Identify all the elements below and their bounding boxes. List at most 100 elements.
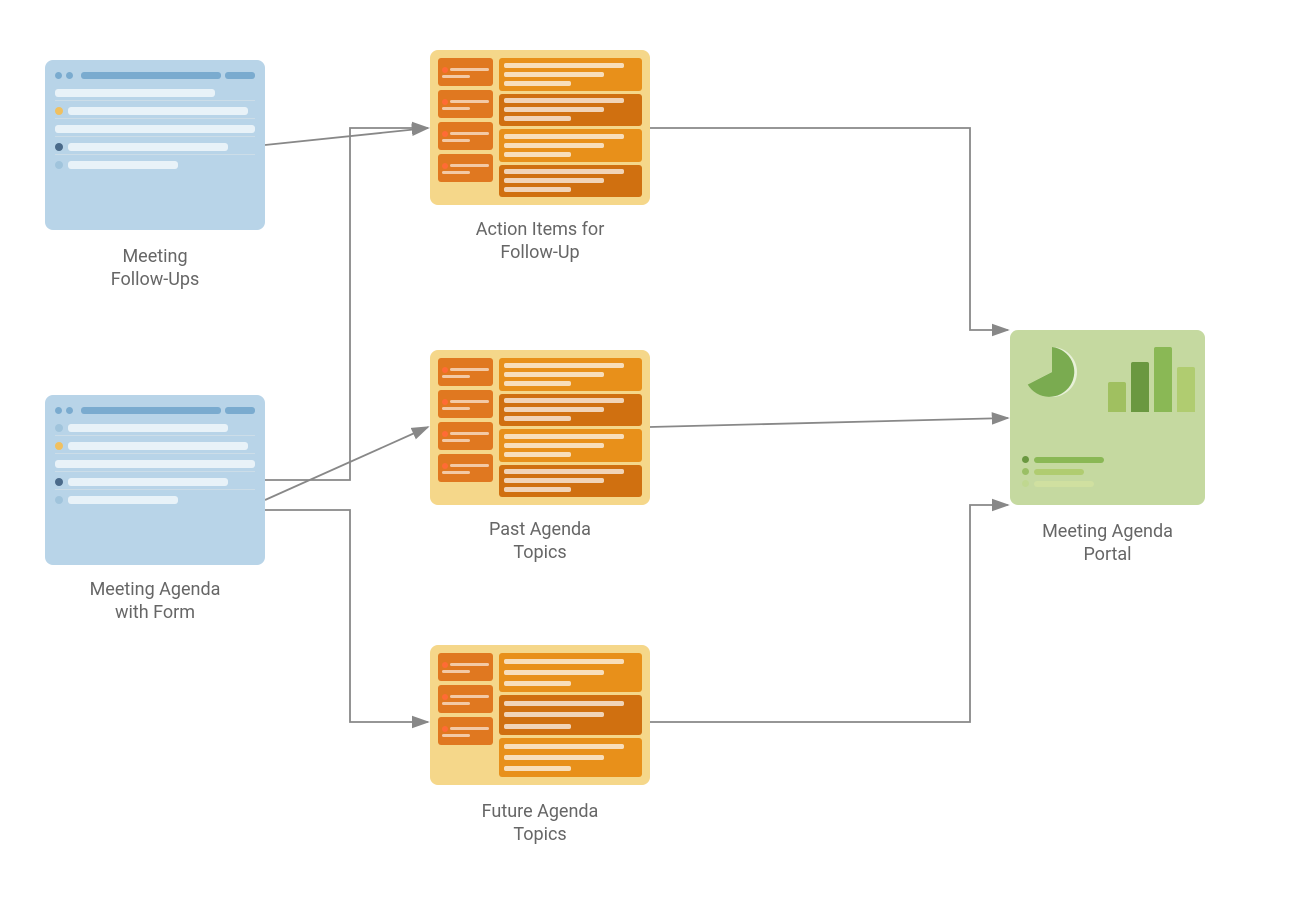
db-dot4 — [442, 463, 448, 469]
line2 — [68, 442, 248, 450]
ol4 — [504, 98, 624, 103]
mid-right-block3 — [499, 129, 642, 162]
ol8 — [504, 755, 604, 760]
row4 — [55, 475, 255, 490]
ol9 — [504, 152, 571, 157]
top-line — [81, 407, 221, 414]
right-label: Meeting Agenda Portal — [1010, 520, 1205, 567]
db-line7 — [450, 164, 489, 167]
row1 — [55, 86, 255, 101]
line3 — [55, 125, 255, 133]
ol6 — [504, 416, 571, 421]
dot2 — [66, 407, 73, 414]
ol9 — [504, 766, 571, 771]
ol7 — [504, 434, 624, 439]
ol12 — [504, 187, 571, 192]
ol7 — [504, 744, 624, 749]
db-block1 — [438, 358, 493, 386]
right-card — [1010, 330, 1205, 505]
bar2 — [1131, 362, 1149, 412]
bar-chart — [1108, 342, 1195, 412]
ol8 — [504, 143, 604, 148]
db-line6 — [442, 139, 470, 142]
db-line7 — [450, 464, 489, 467]
mid-card-right-2 — [499, 358, 642, 497]
ol11 — [504, 478, 604, 483]
db-line6 — [442, 734, 470, 737]
bar1 — [1108, 382, 1126, 412]
source2-label: Meeting Agenda with Form — [45, 578, 265, 625]
row3 — [55, 122, 255, 137]
row3 — [55, 457, 255, 472]
db-dot2 — [442, 399, 448, 405]
mid-right-block2 — [499, 695, 642, 734]
ltblue-dot — [55, 161, 63, 169]
line1 — [55, 89, 215, 97]
green-row2 — [1022, 468, 1104, 475]
ol8 — [504, 443, 604, 448]
db-line3 — [450, 100, 489, 103]
mid-right-block3 — [499, 429, 642, 462]
dot1 — [55, 407, 62, 414]
db-block1 — [438, 653, 493, 681]
ol9 — [504, 452, 571, 457]
db-line3 — [450, 695, 489, 698]
row5 — [55, 493, 255, 507]
mid2-label: Past Agenda Topics — [430, 518, 650, 565]
mid-right-block4 — [499, 465, 642, 498]
ol10 — [504, 469, 624, 474]
row4 — [55, 140, 255, 155]
db-block2 — [438, 90, 493, 118]
db-line4 — [442, 702, 470, 705]
ol3 — [504, 381, 571, 386]
dot — [55, 424, 63, 432]
green-row1 — [1022, 456, 1104, 463]
db-line3 — [450, 400, 489, 403]
ol12 — [504, 487, 571, 492]
pie-chart-svg — [1022, 342, 1082, 402]
ol2 — [504, 372, 604, 377]
source-card-1 — [45, 60, 265, 230]
source1-label: Meeting Follow-Ups — [45, 245, 265, 292]
navy-dot — [55, 478, 63, 486]
line4 — [68, 478, 228, 486]
row2 — [55, 104, 255, 119]
db-dot3 — [442, 431, 448, 437]
line5 — [68, 496, 178, 504]
mid-right-block2 — [499, 394, 642, 427]
ol5 — [504, 107, 604, 112]
ol1 — [504, 659, 624, 664]
ol11 — [504, 178, 604, 183]
row5 — [55, 158, 255, 172]
db-line2 — [442, 670, 470, 673]
row1 — [55, 421, 255, 436]
db-line5 — [450, 432, 489, 435]
navy-dot — [55, 143, 63, 151]
ol10 — [504, 169, 624, 174]
db-line8 — [442, 171, 470, 174]
yellow-dot — [55, 442, 63, 450]
ol6 — [504, 116, 571, 121]
dot2 — [66, 72, 73, 79]
mid-right-block1 — [499, 653, 642, 692]
yellow-dot — [55, 107, 63, 115]
db-line8 — [442, 471, 470, 474]
line4 — [68, 143, 228, 151]
db-dot — [442, 662, 448, 668]
top-line2 — [225, 407, 255, 414]
ol3 — [504, 81, 571, 86]
ol7 — [504, 134, 624, 139]
card-top-bar-2 — [55, 407, 255, 414]
mid-card-left-1 — [438, 58, 493, 197]
db-line2 — [442, 375, 470, 378]
g-dot2 — [1022, 468, 1029, 475]
db-line5 — [450, 132, 489, 135]
ol4 — [504, 701, 624, 706]
mid-right-block4 — [499, 165, 642, 198]
db-line4 — [442, 407, 470, 410]
mid-right-block1 — [499, 358, 642, 391]
ol4 — [504, 398, 624, 403]
db-dot4 — [442, 163, 448, 169]
top-line — [81, 72, 221, 79]
bar4 — [1177, 367, 1195, 412]
